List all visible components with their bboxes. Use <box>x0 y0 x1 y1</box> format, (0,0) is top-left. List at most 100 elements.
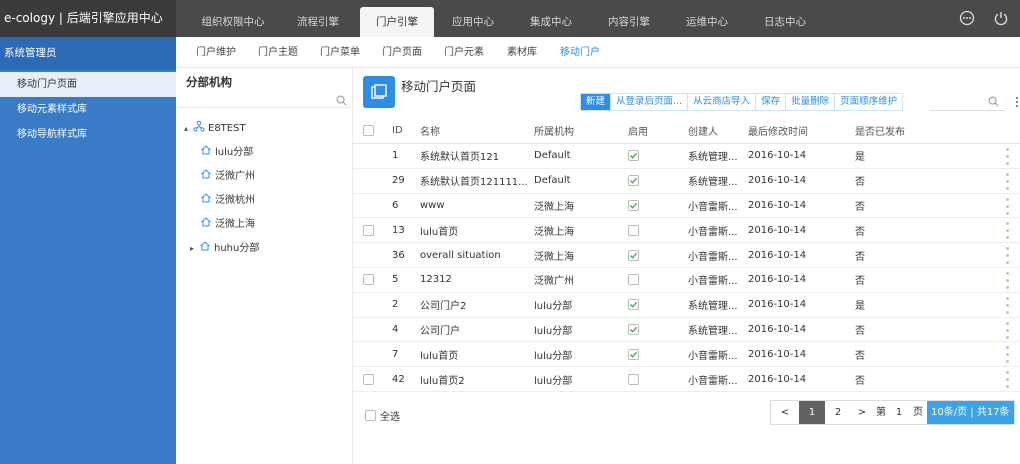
tab-integration-center[interactable]: 集成中心 <box>516 7 586 37</box>
enabled-checkbox[interactable] <box>628 373 639 385</box>
next-page-button[interactable]: > <box>851 401 873 424</box>
tab-workflow-engine[interactable]: 流程引擎 <box>280 7 356 37</box>
cell-creator: 小音雷斯... <box>688 226 738 238</box>
subtab-portal-menu[interactable]: 门户菜单 <box>320 37 360 68</box>
table-row[interactable]: 5 12312 泛微广州 小音雷斯... 2016-10-14 否 <box>353 268 1020 293</box>
tree-node-branch[interactable]: 泛微上海 <box>200 216 255 234</box>
import-from-cloud-store-button[interactable]: 从云商店导入 <box>687 94 756 110</box>
enabled-checkbox[interactable] <box>628 249 639 261</box>
row-select-checkbox[interactable] <box>363 274 374 286</box>
cell-name: www <box>420 199 445 211</box>
page-size-info[interactable]: 10条/页 | 共17条 <box>927 401 1014 424</box>
table-row[interactable]: 7 lulu首页 lulu分部 小音雷斯... 2016-10-14 否 <box>353 342 1020 368</box>
select-all[interactable]: 全选 <box>365 408 400 423</box>
column-settings-icon[interactable] <box>1014 96 1020 111</box>
cell-name: lulu首页 <box>420 226 459 238</box>
row-more-icon[interactable] <box>1005 197 1010 215</box>
column-header[interactable]: 最后修改时间 <box>748 118 808 143</box>
row-more-icon[interactable] <box>1005 148 1010 165</box>
left-nav-item-mobile-portal-page[interactable]: 移动门户页面 <box>0 72 176 97</box>
tab-portal-engine[interactable]: 门户引擎 <box>360 7 434 37</box>
table-row[interactable]: 13 lulu首页 泛微上海 小音雷斯... 2016-10-14 否 <box>353 218 1020 244</box>
subtab-mobile-portal[interactable]: 移动门户 <box>560 37 600 68</box>
collapsed-caret-icon[interactable]: ▸ <box>190 240 199 258</box>
header-checkbox-cell <box>363 118 374 143</box>
row-more-icon[interactable] <box>1005 321 1010 339</box>
org-panel: 分部机构 ▴ E8TEST lulu分部 泛微广州 泛微杭州 泛微上海 ▸ hu… <box>176 68 353 464</box>
row-more-icon[interactable] <box>1005 172 1010 190</box>
tree-node-branch[interactable]: 泛微杭州 <box>200 192 255 210</box>
from-login-page-button[interactable]: 从登录后页面... <box>610 94 688 110</box>
table-row[interactable]: 1 系统默认首页121 Default 系统管理... 2016-10-14 是 <box>353 144 1020 169</box>
tree-node-branch[interactable]: lulu分部 <box>200 144 253 162</box>
left-nav-item-mobile-element-style[interactable]: 移动元素样式库 <box>0 97 176 122</box>
batch-delete-button[interactable]: 批量删除 <box>785 94 835 110</box>
row-select-checkbox[interactable] <box>363 373 374 385</box>
enabled-checkbox[interactable] <box>628 224 639 236</box>
cell-enabled <box>628 169 639 193</box>
tab-org-permission[interactable]: 组织权限中心 <box>192 7 274 37</box>
enabled-checkbox[interactable] <box>628 150 639 162</box>
subtab-portal-element[interactable]: 门户元素 <box>444 37 484 68</box>
subtab-portal-theme[interactable]: 门户主题 <box>258 37 298 68</box>
row-more-icon[interactable] <box>1005 371 1010 389</box>
table-row[interactable]: 29 系统默认首页121111... Default 系统管理... 2016-10-1… <box>353 169 1020 194</box>
tab-ops-center[interactable]: 运维中心 <box>672 7 742 37</box>
table-row[interactable]: 4 公司门户 lulu分部 系统管理... 2016-10-14 否 <box>353 318 1020 343</box>
tab-content-engine[interactable]: 内容引擎 <box>594 7 664 37</box>
column-header[interactable]: 是否已发布 <box>855 118 905 143</box>
left-nav-item-mobile-nav-style[interactable]: 移动导航样式库 <box>0 122 176 147</box>
enabled-checkbox[interactable] <box>628 199 639 211</box>
tree-node-branch[interactable]: ▸ huhu分部 <box>190 240 259 258</box>
column-header[interactable]: 创建人 <box>688 118 718 143</box>
table-row[interactable]: 42 lulu首页2 lulu分部 小音雷斯... 2016-10-14 否 <box>353 367 1020 392</box>
tree-node-branch[interactable]: 泛微广州 <box>200 168 255 186</box>
enabled-checkbox[interactable] <box>628 175 639 187</box>
row-select-checkbox[interactable] <box>363 224 374 236</box>
subtab-material-library[interactable]: 素材库 <box>507 37 537 68</box>
enabled-checkbox[interactable] <box>628 348 639 360</box>
row-more-icon[interactable] <box>1005 271 1010 289</box>
tree-node-root[interactable]: ▴ E8TEST <box>184 120 246 138</box>
prev-page-button[interactable]: < <box>771 401 799 424</box>
column-header[interactable]: 名称 <box>420 118 440 143</box>
search-icon[interactable] <box>336 95 347 109</box>
table-row[interactable]: 6 www 泛微上海 小音雷斯... 2016-10-14 否 <box>353 194 1020 219</box>
row-more-icon[interactable] <box>1005 346 1010 364</box>
page-button-current[interactable]: 1 <box>799 401 825 424</box>
new-button[interactable]: 新建 <box>581 94 611 110</box>
select-all-footer-checkbox[interactable] <box>365 410 376 421</box>
tab-app-center[interactable]: 应用中心 <box>438 7 508 37</box>
search-icon[interactable] <box>988 96 999 110</box>
enabled-checkbox[interactable] <box>628 299 639 311</box>
save-button[interactable]: 保存 <box>755 94 786 110</box>
row-more-icon[interactable] <box>1005 222 1010 240</box>
cell-id: 6 <box>392 199 399 211</box>
expanded-caret-icon[interactable]: ▴ <box>184 120 193 138</box>
row-more-icon[interactable] <box>1005 247 1010 265</box>
more-circle-icon[interactable] <box>958 9 976 27</box>
table-row[interactable]: 36 overall situation 泛微上海 小音雷斯... 2016-10-14… <box>353 243 1020 268</box>
power-icon[interactable] <box>992 9 1010 27</box>
tree-node-label: huhu分部 <box>214 243 260 254</box>
goto-page-input[interactable]: 1 <box>889 401 909 424</box>
column-header[interactable]: ID <box>392 118 403 143</box>
cell-name: 公司门户2 <box>420 301 467 313</box>
column-header[interactable]: 所属机构 <box>534 118 574 143</box>
table-row[interactable]: 2 公司门户2 lulu分部 系统管理... 2016-10-14 是 <box>353 293 1020 318</box>
org-search-input[interactable] <box>176 92 352 108</box>
page-order-button[interactable]: 页面顺序维护 <box>834 94 903 110</box>
enabled-checkbox[interactable] <box>628 274 639 286</box>
goto-prefix: 第 <box>876 407 886 418</box>
tab-log-center[interactable]: 日志中心 <box>750 7 820 37</box>
subtab-portal-page[interactable]: 门户页面 <box>382 37 422 68</box>
select-all-checkbox[interactable] <box>363 125 374 136</box>
tree-node-label: lulu分部 <box>215 147 254 158</box>
subtab-portal-maintenance[interactable]: 门户维护 <box>196 37 236 68</box>
row-more-icon[interactable] <box>1005 296 1010 314</box>
cell-published: 是 <box>855 152 865 164</box>
column-header[interactable]: 启用 <box>628 118 648 143</box>
enabled-checkbox[interactable] <box>628 323 639 335</box>
page-button[interactable]: 2 <box>825 401 851 424</box>
page-title: 移动门户页面 <box>401 79 477 94</box>
